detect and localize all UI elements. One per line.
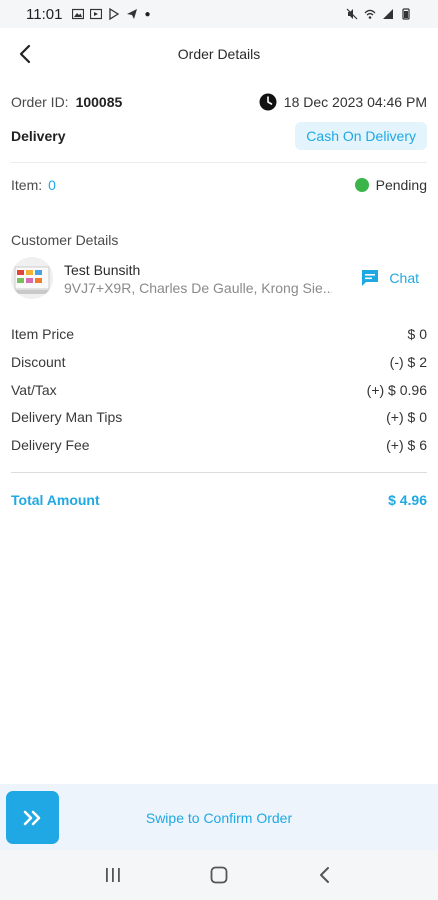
customer-photo-icon — [11, 257, 53, 299]
price-label: Item Price — [11, 326, 75, 342]
price-value: (+) $ 6 — [386, 437, 427, 453]
price-value: (+) $ 0 — [386, 409, 427, 425]
price-value: (-) $ 2 — [389, 354, 427, 370]
divider — [11, 472, 427, 473]
customer-address: 9VJ7+X9R, Charles De Gaulle, Krong Sie..… — [64, 280, 332, 296]
customer-name: Test Bunsith — [64, 262, 141, 278]
total-value: $ 4.96 — [388, 492, 427, 508]
mute-icon — [346, 8, 358, 20]
price-row: Delivery Fee (+) $ 6 — [11, 435, 427, 455]
back-icon — [320, 867, 329, 883]
divider — [11, 162, 427, 163]
home-button[interactable] — [199, 855, 239, 895]
swipe-label: Swipe to Confirm Order — [145, 810, 293, 826]
order-date-text: 18 Dec 2023 04:46 PM — [283, 94, 427, 110]
chat-button[interactable]: Chat — [360, 268, 419, 288]
price-label: Delivery Man Tips — [11, 409, 123, 425]
price-label: Delivery Fee — [11, 437, 90, 453]
clock-icon — [259, 93, 277, 111]
price-row: Discount (-) $ 2 — [11, 352, 427, 372]
system-nav-bar — [0, 850, 438, 900]
delivery-row: Delivery Cash On Delivery — [11, 122, 427, 150]
price-value: (+) $ 0.96 — [366, 382, 427, 398]
delivery-type: Delivery — [11, 128, 66, 144]
status-text: Pending — [375, 177, 427, 193]
customer-section-title: Customer Details — [11, 232, 119, 248]
customer-section-title-row: Customer Details — [11, 230, 427, 250]
price-label: Vat/Tax — [11, 382, 57, 398]
swipe-confirm-slider[interactable]: Swipe to Confirm Order — [0, 784, 438, 850]
item-label: Item: — [11, 177, 43, 193]
status-time: 11:01 — [26, 5, 63, 23]
status-dot-icon — [354, 178, 369, 192]
recent-apps-icon — [106, 868, 120, 882]
page-title: Order Details — [177, 46, 261, 62]
chat-icon — [362, 270, 379, 286]
total-row: Total Amount $ 4.96 — [11, 490, 427, 510]
arrow-left-icon — [19, 44, 31, 64]
avatar — [11, 257, 53, 299]
status-bar: 11:01 ● — [0, 0, 438, 28]
payment-method-badge: Cash On Delivery — [295, 122, 427, 150]
signal-icon — [383, 9, 393, 19]
app-bar: Order Details — [0, 28, 438, 80]
price-label: Discount — [11, 354, 66, 370]
back-button[interactable] — [12, 40, 40, 68]
wifi-icon — [364, 9, 376, 19]
telegram-icon — [127, 9, 138, 19]
home-icon — [210, 866, 228, 884]
system-back-button[interactable] — [305, 855, 345, 895]
order-id-label: Order ID: — [11, 94, 69, 110]
notification-dot-icon: ● — [144, 8, 151, 20]
order-id-value: 100085 — [75, 94, 123, 110]
gallery-icon — [72, 8, 85, 20]
item-count: 0 — [48, 177, 56, 193]
order-date: 18 Dec 2023 04:46 PM — [259, 93, 427, 111]
battery-icon — [402, 8, 410, 20]
price-value: $ 0 — [407, 326, 427, 342]
order-status: Pending — [354, 177, 427, 193]
order-id-row: Order ID: 100085 18 Dec 2023 04:46 PM — [11, 92, 427, 112]
price-row: Item Price $ 0 — [11, 324, 427, 344]
recent-apps-button[interactable] — [93, 855, 133, 895]
play-store-icon — [109, 8, 120, 20]
cast-icon — [90, 8, 103, 20]
price-row: Delivery Man Tips (+) $ 0 — [11, 407, 427, 427]
total-label: Total Amount — [11, 492, 100, 508]
item-status-row: Item: 0 Pending — [11, 175, 427, 195]
chat-label: Chat — [389, 270, 419, 286]
price-row: Vat/Tax (+) $ 0.96 — [11, 380, 427, 400]
order-details-card: Order ID: 100085 18 Dec 2023 04:46 PM De… — [0, 80, 438, 784]
